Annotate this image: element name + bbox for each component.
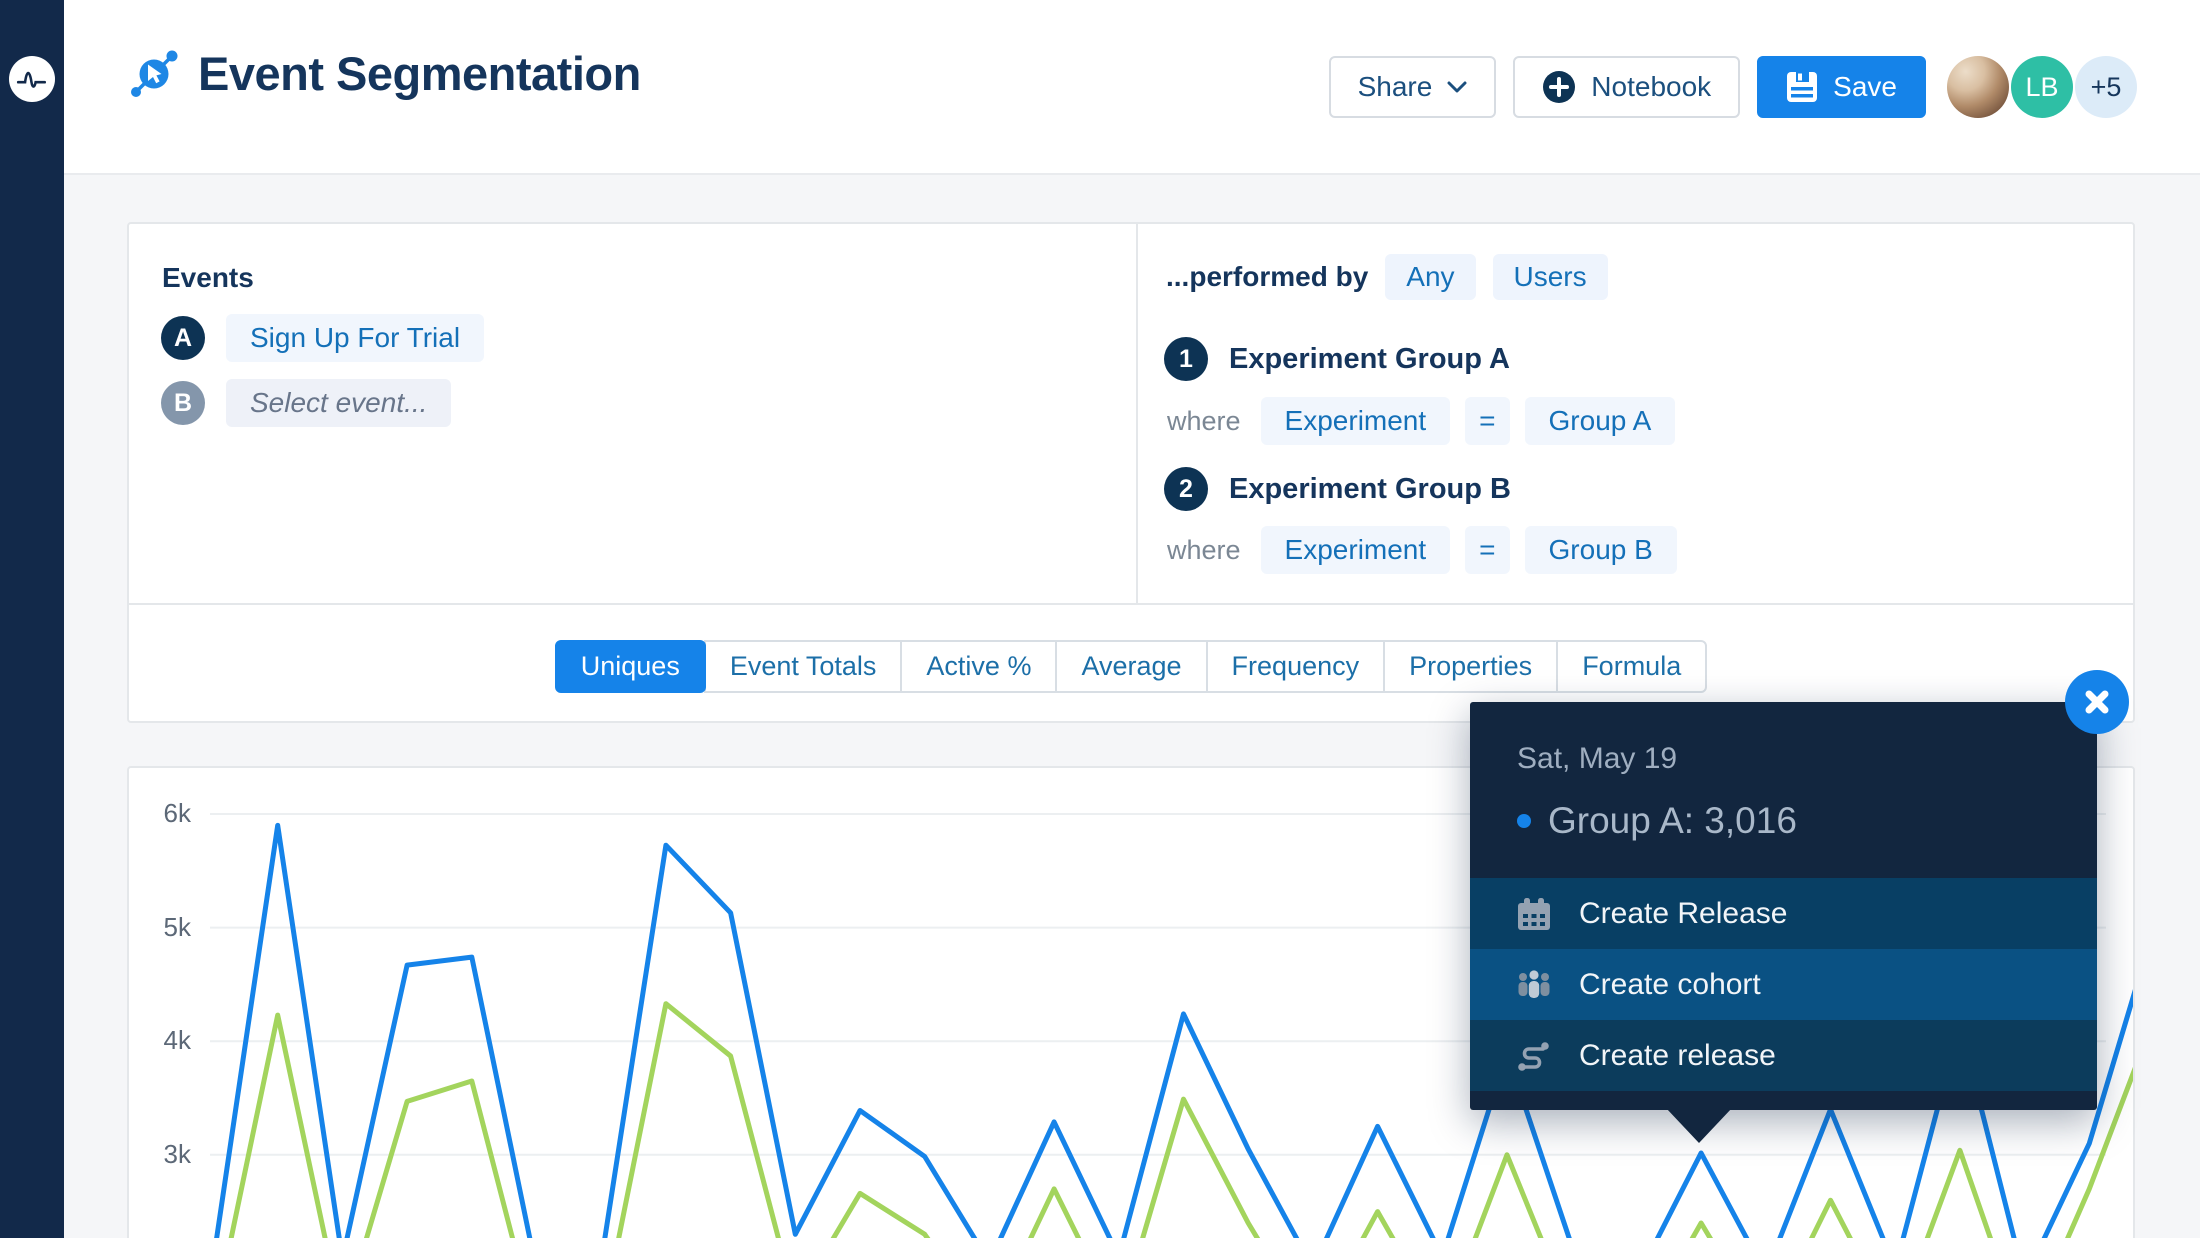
tooltip-header: Sat, May 19 Group A: 3,016 bbox=[1470, 702, 2097, 878]
tab-properties[interactable]: Properties bbox=[1383, 640, 1558, 693]
performed-by-any-chip[interactable]: Any bbox=[1385, 254, 1475, 300]
close-icon bbox=[2082, 687, 2112, 717]
release-route-icon bbox=[1516, 1039, 1552, 1073]
tooltip-arrow bbox=[1666, 1108, 1732, 1143]
events-panel-title: Events bbox=[162, 262, 254, 294]
performed-by-users-chip[interactable]: Users bbox=[1493, 254, 1608, 300]
metric-tabs: Uniques Event Totals Active % Average Fr… bbox=[129, 640, 2133, 693]
page-title: Event Segmentation bbox=[198, 46, 641, 101]
menu-item-label: Create release bbox=[1579, 1039, 1776, 1073]
top-bar: Event Segmentation Share Notebook bbox=[64, 0, 2200, 175]
series-color-dot bbox=[1517, 814, 1531, 828]
where-operator-chip[interactable]: = bbox=[1465, 397, 1509, 445]
segment-group-2: 2 Experiment Group B bbox=[1164, 467, 1511, 511]
segment-2-where-clause: where Experiment = Group B bbox=[1167, 526, 1677, 574]
segment-1-where-clause: where Experiment = Group A bbox=[1167, 397, 1675, 445]
save-icon bbox=[1786, 71, 1818, 103]
chart-point-tooltip: Sat, May 19 Group A: 3,016 Create Releas… bbox=[1470, 702, 2097, 1110]
where-operator-chip[interactable]: = bbox=[1465, 526, 1509, 574]
tab-uniques[interactable]: Uniques bbox=[555, 640, 706, 693]
amplitude-logo-icon bbox=[15, 62, 49, 96]
where-label: where bbox=[1167, 535, 1241, 566]
tab-active-pct[interactable]: Active % bbox=[900, 640, 1057, 693]
share-button-label: Share bbox=[1358, 71, 1433, 103]
tab-frequency[interactable]: Frequency bbox=[1206, 640, 1386, 693]
plus-circle-icon bbox=[1542, 70, 1576, 104]
segment-group-1: 1 Experiment Group A bbox=[1164, 337, 1510, 381]
tooltip-date: Sat, May 19 bbox=[1517, 742, 1677, 776]
event-select-a[interactable]: Sign Up For Trial bbox=[226, 314, 484, 362]
cohort-icon bbox=[1516, 968, 1552, 1002]
menu-item-label: Create Release bbox=[1579, 897, 1787, 931]
collaborator-avatars: LB +5 bbox=[1945, 56, 2137, 118]
save-button-label: Save bbox=[1833, 71, 1897, 103]
events-panel: Events A Sign Up For Trial B Select even… bbox=[129, 224, 1136, 605]
tooltip-menu: Create Release Create cohort Create bbox=[1470, 878, 2097, 1091]
segment-number-badge: 2 bbox=[1164, 467, 1208, 511]
where-value-chip[interactable]: Group B bbox=[1525, 526, 1677, 574]
performed-by-label: ...performed by bbox=[1166, 261, 1368, 293]
tab-average[interactable]: Average bbox=[1055, 640, 1207, 693]
save-button[interactable]: Save bbox=[1757, 56, 1926, 118]
avatar-photo[interactable] bbox=[1947, 56, 2009, 118]
query-builder-card: Events A Sign Up For Trial B Select even… bbox=[127, 222, 2135, 723]
menu-item-label: Create cohort bbox=[1579, 968, 1761, 1002]
menu-item-create-cohort[interactable]: Create cohort bbox=[1470, 949, 2097, 1020]
event-letter-badge: A bbox=[161, 316, 205, 360]
card-divider bbox=[129, 603, 2133, 605]
where-property-chip[interactable]: Experiment bbox=[1261, 397, 1451, 445]
where-property-chip[interactable]: Experiment bbox=[1261, 526, 1451, 574]
event-letter-badge: B bbox=[161, 381, 205, 425]
event-select-b-placeholder[interactable]: Select event... bbox=[226, 379, 451, 427]
tab-event-totals[interactable]: Event Totals bbox=[704, 640, 903, 693]
menu-item-create-release[interactable]: Create release bbox=[1470, 1020, 2097, 1091]
where-label: where bbox=[1167, 406, 1241, 437]
segment-name[interactable]: Experiment Group B bbox=[1229, 473, 1511, 506]
segment-name[interactable]: Experiment Group A bbox=[1229, 343, 1510, 376]
amplitude-logo[interactable] bbox=[9, 56, 55, 102]
segment-number-badge: 1 bbox=[1164, 337, 1208, 381]
where-value-chip[interactable]: Group A bbox=[1525, 397, 1676, 445]
event-segmentation-icon bbox=[128, 48, 180, 100]
calendar-icon bbox=[1516, 897, 1552, 931]
avatar-overflow-badge[interactable]: +5 bbox=[2075, 56, 2137, 118]
left-nav-sidebar bbox=[0, 0, 64, 1238]
performed-by-panel: ...performed by Any Users 1 Experiment G… bbox=[1136, 224, 2135, 605]
share-button[interactable]: Share bbox=[1329, 56, 1497, 118]
notebook-button[interactable]: Notebook bbox=[1513, 56, 1740, 118]
event-row-b: B Select event... bbox=[161, 379, 451, 427]
tooltip-value: Group A: 3,016 bbox=[1548, 800, 1797, 842]
tooltip-close-button[interactable] bbox=[2065, 670, 2129, 734]
avatar-initials[interactable]: LB bbox=[2011, 56, 2073, 118]
chevron-down-icon bbox=[1447, 81, 1467, 93]
tab-formula[interactable]: Formula bbox=[1556, 640, 1707, 693]
event-row-a: A Sign Up For Trial bbox=[161, 314, 484, 362]
menu-item-create-release-cal[interactable]: Create Release bbox=[1470, 878, 2097, 949]
notebook-button-label: Notebook bbox=[1591, 71, 1711, 103]
